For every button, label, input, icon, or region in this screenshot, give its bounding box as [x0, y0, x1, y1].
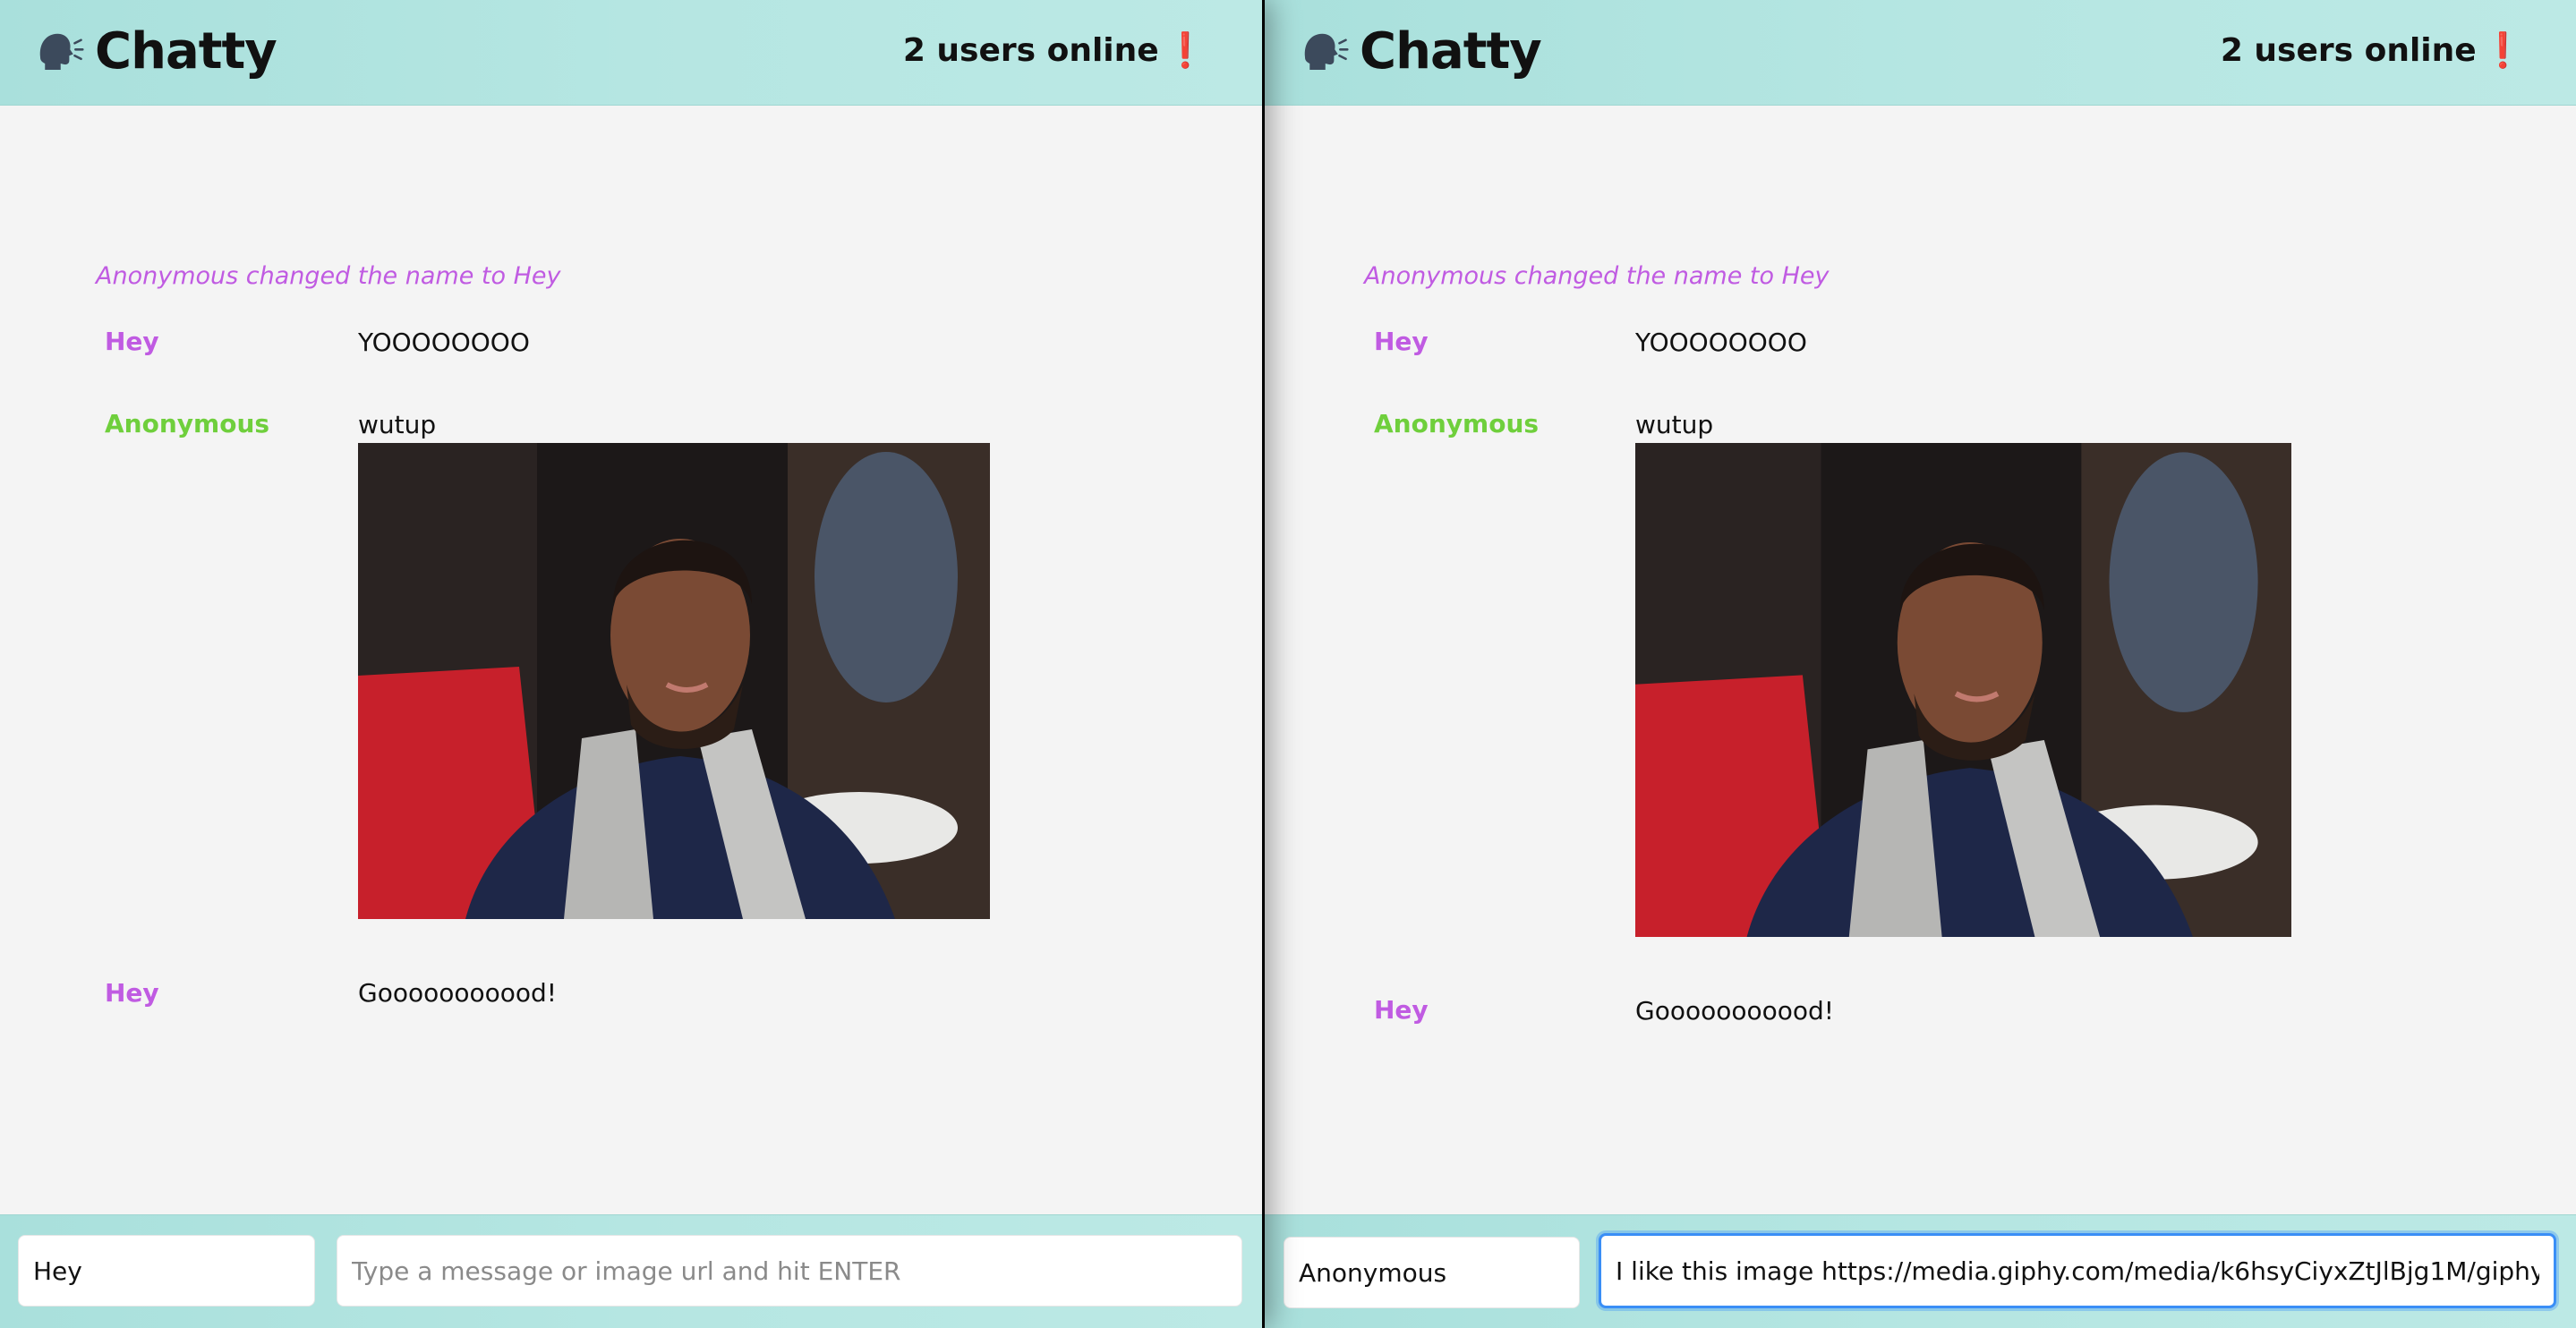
message-text: Gooooooooood! — [1635, 996, 1835, 1026]
username-input[interactable] — [1284, 1237, 1580, 1308]
message-text: YOOOOOOOO — [1635, 328, 1807, 357]
message-username: Anonymous — [1374, 409, 1540, 438]
chat-footer — [0, 1214, 1262, 1328]
message-text: wutup — [358, 410, 437, 439]
navbar: Chatty 2 users online ❗ — [0, 0, 1262, 106]
brand[interactable]: Chatty — [1299, 20, 1542, 82]
speaking-head-icon — [39, 33, 84, 70]
system-notification: Anonymous changed the name to Hey — [1364, 262, 1830, 290]
users-online-status: 2 users online ❗ — [903, 30, 1207, 71]
message-username: Hey — [1374, 995, 1429, 1025]
message-text: wutup — [1635, 410, 1714, 439]
message-username: Anonymous — [105, 409, 270, 438]
users-online-label: 2 users online — [2220, 32, 2477, 69]
chat-window-left: Chatty 2 users online ❗ Anonymous change… — [0, 0, 1262, 1328]
users-online-label: 2 users online — [902, 32, 1159, 69]
exclamation-icon: ❗ — [1164, 30, 1207, 70]
app-title: Chatty — [95, 21, 277, 81]
users-online-status: 2 users online ❗ — [2221, 30, 2524, 71]
message-username: Hey — [105, 327, 159, 356]
chat-window-right: Chatty 2 users online ❗ Anonymous change… — [1265, 0, 2576, 1328]
chat-footer — [1265, 1214, 2576, 1328]
message-image — [358, 443, 990, 919]
brand[interactable]: Chatty — [34, 20, 277, 82]
speaking-head-icon — [1304, 33, 1349, 70]
navbar: Chatty 2 users online ❗ — [1265, 0, 2576, 106]
username-input[interactable] — [18, 1235, 315, 1307]
message-input[interactable] — [1599, 1233, 2556, 1308]
message-username: Hey — [1374, 327, 1429, 356]
exclamation-icon: ❗ — [2481, 30, 2524, 70]
message-text: YOOOOOOOO — [358, 328, 530, 357]
system-notification: Anonymous changed the name to Hey — [96, 262, 561, 290]
app-title: Chatty — [1360, 21, 1542, 81]
message-username: Hey — [105, 978, 159, 1008]
message-image — [1635, 443, 2291, 937]
message-text: Gooooooooood! — [358, 978, 558, 1008]
message-input[interactable] — [337, 1235, 1242, 1307]
